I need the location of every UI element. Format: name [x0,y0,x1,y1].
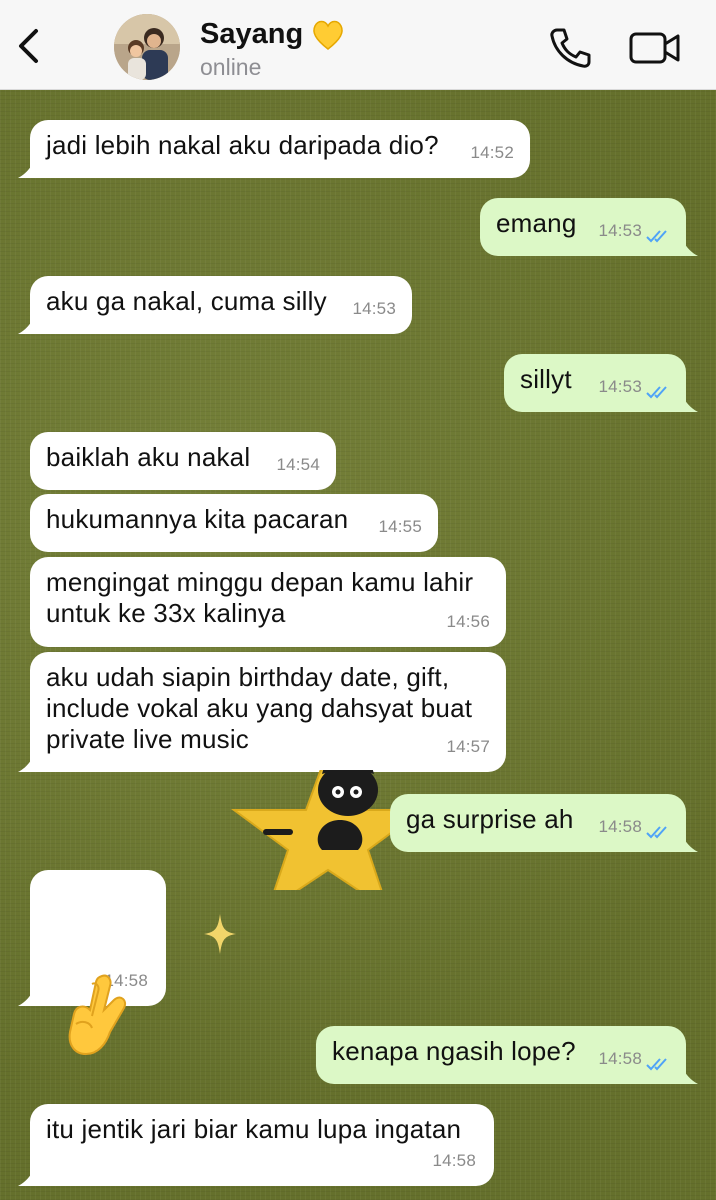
message-text: aku udah siapin birthday date, gift, inc… [46,662,473,754]
bubble-tail [18,756,34,772]
message-time: 14:53 [598,377,642,396]
read-ticks-icon [646,230,667,243]
bubble-tail [18,318,34,334]
message-text: jadi lebih nakal aku daripada dio? [46,130,439,160]
bubble-tail [682,396,698,412]
message-bubble-outgoing[interactable]: sillyt 14:53 [504,354,686,412]
message-time: 14:58 [432,1151,476,1170]
contact-name-row[interactable]: Sayang [200,18,345,51]
message-bubble-outgoing[interactable]: ga surprise ah 14:58 [390,794,686,852]
message-bubble-outgoing[interactable]: kenapa ngasih lope? 14:58 [316,1026,686,1084]
message-text: sillyt [520,364,572,394]
message-bubble-incoming[interactable]: jadi lebih nakal aku daripada dio? 14:52 [30,120,530,178]
bubble-tail [682,240,698,256]
message-time: 14:58 [598,1049,642,1068]
message-bubble-outgoing[interactable]: emang 14:53 [480,198,686,256]
bubble-tail [18,162,34,178]
contact-status: online [200,54,262,80]
message-text: hukumannya kita pacaran [46,504,349,534]
sparkle-icon [204,914,236,954]
bubble-tail [682,1068,698,1084]
bubble-tail [18,1170,34,1186]
read-ticks-icon [646,386,667,399]
video-camera-icon[interactable] [628,30,682,66]
message-time: 14:57 [446,737,490,756]
message-bubble-incoming[interactable]: aku udah siapin birthday date, gift, inc… [30,652,506,772]
message-time: 14:58 [598,817,642,836]
message-text: aku ga nakal, cuma silly [46,286,327,316]
message-bubble-incoming[interactable]: aku ga nakal, cuma silly 14:53 [30,276,412,334]
crossed-fingers-heart-icon [68,974,126,1056]
message-text: baiklah aku nakal [46,442,251,472]
read-ticks-icon [646,826,667,839]
chevron-left-icon[interactable] [14,28,44,64]
message-text: mengingat minggu depan kamu lahir untuk … [46,567,474,628]
chat-area[interactable]: jadi lebih nakal aku daripada dio? 14:52… [0,90,716,1200]
message-bubble-incoming[interactable]: hukumannya kita pacaran 14:55 [30,494,438,552]
chat-header: Sayang online [0,0,716,90]
message-time: 14:56 [446,612,490,631]
message-text: itu jentik jari biar kamu lupa ingatan [46,1114,462,1144]
message-time: 14:55 [378,517,422,536]
bubble-tail [682,836,698,852]
message-time: 14:54 [276,455,320,474]
message-text: kenapa ngasih lope? [332,1036,576,1066]
message-time: 14:53 [598,221,642,240]
bubble-tail [18,990,34,1006]
phone-icon[interactable] [548,26,592,70]
message-bubble-incoming[interactable]: mengingat minggu depan kamu lahir untuk … [30,557,506,647]
message-time: 14:52 [470,143,514,162]
read-ticks-icon [646,1058,667,1071]
message-bubble-incoming[interactable]: baiklah aku nakal 14:54 [30,432,336,490]
message-time: 14:53 [352,299,396,318]
message-text: emang [496,208,577,238]
message-bubble-incoming[interactable]: itu jentik jari biar kamu lupa ingatan 1… [30,1104,494,1186]
message-text: ga surprise ah [406,804,574,834]
contact-name[interactable]: Sayang [200,18,303,51]
avatar[interactable] [114,14,180,80]
yellow-heart-icon [313,20,343,50]
